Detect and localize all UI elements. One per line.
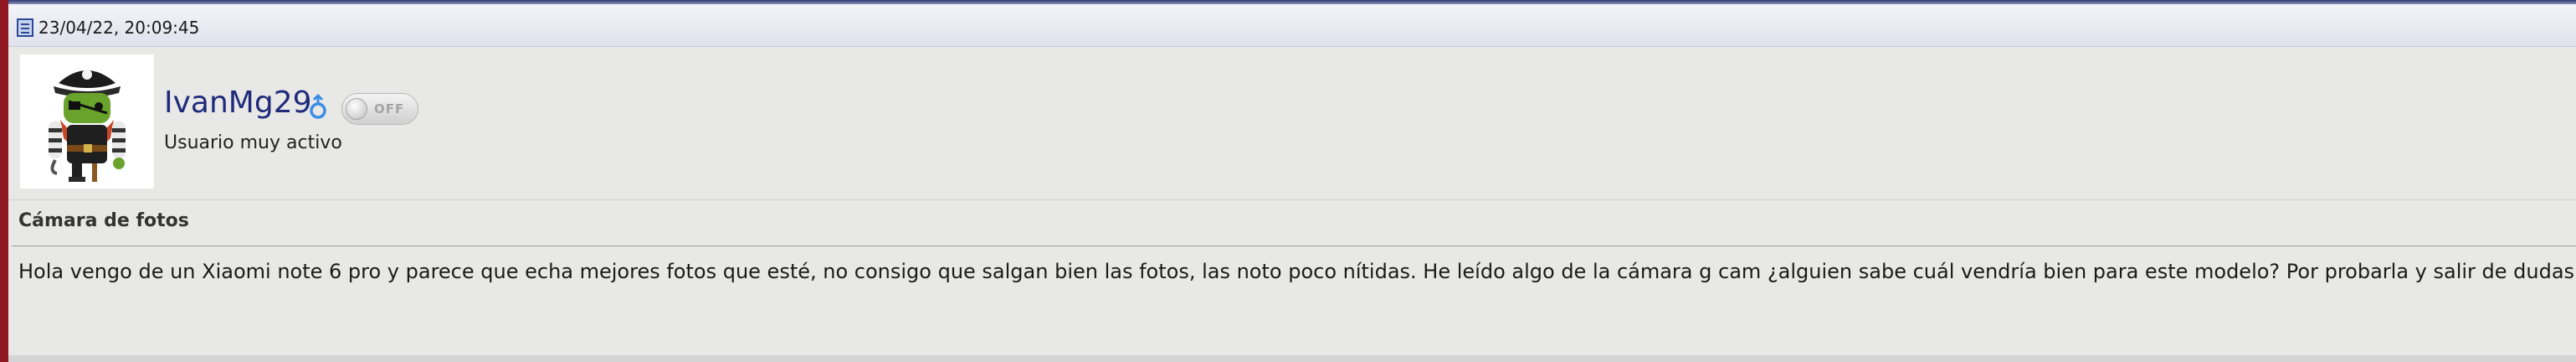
bottom-border	[8, 355, 2576, 362]
post-document-icon	[17, 18, 33, 37]
forum-post: 23/04/22, 20:09:45 IvanMg29 OFF Usuario …	[0, 0, 2576, 362]
username-link[interactable]: IvanMg29	[164, 85, 312, 122]
post-body: Hola vengo de un Xiaomi note 6 pro y par…	[18, 260, 2576, 283]
post-header: 23/04/22, 20:09:45	[8, 4, 2576, 47]
online-status-toggle: OFF	[341, 93, 418, 125]
pirate-android-avatar-icon	[49, 70, 126, 182]
status-label: OFF	[374, 101, 405, 116]
male-gender-icon	[308, 93, 330, 122]
avatar[interactable]	[20, 54, 154, 189]
post-title: Cámara de fotos	[18, 210, 189, 231]
post-date: 23/04/22, 20:09:45	[38, 18, 200, 38]
user-info: IvanMg29 OFF Usuario muy activo	[8, 46, 2576, 200]
left-accent-bar	[0, 0, 8, 362]
toggle-knob-icon	[346, 98, 367, 120]
user-rank: Usuario muy activo	[164, 132, 342, 153]
